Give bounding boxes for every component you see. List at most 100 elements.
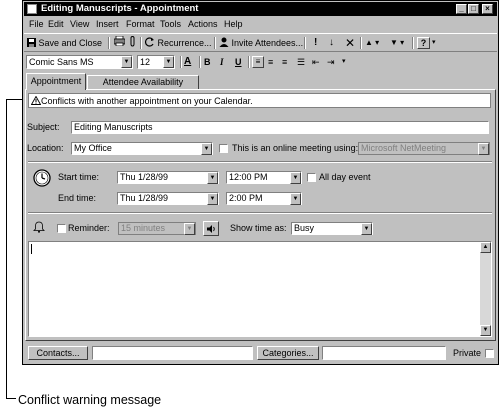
attach-file-button[interactable] xyxy=(128,35,137,50)
start-time-select[interactable]: 12:00 PM ▼ xyxy=(226,171,302,184)
italic-icon: I xyxy=(220,57,224,67)
notes-textarea[interactable]: ▲ ▼ xyxy=(28,241,492,337)
underline-button[interactable]: U xyxy=(235,55,242,69)
maximize-button[interactable]: □ xyxy=(468,4,479,14)
chevron-down-icon[interactable]: ▼ xyxy=(478,143,489,155)
invite-attendees-button[interactable]: Invite Attendees... xyxy=(219,36,303,50)
categories-button[interactable]: Categories... xyxy=(257,346,319,360)
align-right-icon: ≡ xyxy=(282,57,288,67)
online-meeting-value: Microsoft NetMeeting xyxy=(361,143,447,153)
tab-attendee-availability[interactable]: Attendee Availability xyxy=(87,75,199,89)
delete-x-icon: ✕ xyxy=(345,36,356,50)
chevron-down-icon[interactable]: ▼ xyxy=(201,143,212,155)
online-meeting-select[interactable]: Microsoft NetMeeting ▼ xyxy=(358,142,490,155)
save-and-close-label: Save and Close xyxy=(38,38,103,48)
menu-actions[interactable]: Actions xyxy=(188,18,218,31)
chevron-down-icon[interactable]: ▼ xyxy=(290,193,301,205)
font-color-icon: A xyxy=(184,56,192,67)
close-button[interactable]: × xyxy=(482,4,493,14)
menu-bar: File Edit View Insert Format Tools Actio… xyxy=(25,18,495,31)
callout-leader-top xyxy=(6,99,23,100)
end-date-select[interactable]: Thu 1/28/99 ▼ xyxy=(117,192,219,205)
tab-appointment[interactable]: Appointment xyxy=(26,73,86,90)
subject-label: Subject: xyxy=(27,122,60,132)
menu-insert[interactable]: Insert xyxy=(96,18,119,31)
contacts-input[interactable] xyxy=(92,346,253,360)
show-time-as-select[interactable]: Busy ▼ xyxy=(291,222,373,235)
menu-tools[interactable]: Tools xyxy=(160,18,181,31)
recurrence-label: Recurrence... xyxy=(157,38,212,48)
end-time-select[interactable]: 2:00 PM ▼ xyxy=(226,192,302,205)
decrease-indent-button[interactable]: ⇤ xyxy=(312,55,320,69)
private-checkbox[interactable] xyxy=(485,349,494,358)
chevron-down-icon[interactable]: ▼ xyxy=(361,223,372,235)
show-time-as-label: Show time as: xyxy=(230,223,287,233)
chevron-down-icon[interactable]: ▼ xyxy=(207,172,218,184)
scroll-up-button[interactable]: ▲ xyxy=(480,242,491,253)
bold-button[interactable]: B xyxy=(204,55,211,69)
speaker-icon xyxy=(207,225,215,233)
subject-input[interactable]: Editing Manuscripts xyxy=(71,121,489,134)
chevron-down-icon[interactable]: ▼ xyxy=(121,56,132,68)
conflict-message: Conflicts with another appointment on yo… xyxy=(41,96,253,106)
increase-indent-icon: ⇥ xyxy=(327,57,335,67)
delete-button[interactable]: ✕ xyxy=(345,36,355,50)
menu-edit[interactable]: Edit xyxy=(48,18,64,31)
align-left-button[interactable]: ≡ xyxy=(252,56,264,68)
menu-file[interactable]: File xyxy=(29,18,44,31)
start-date-select[interactable]: Thu 1/28/99 ▼ xyxy=(117,171,219,184)
next-item-button[interactable]: ▼ ▾ xyxy=(390,36,404,50)
save-and-close-button[interactable]: Save and Close xyxy=(27,36,102,50)
importance-high-button[interactable]: ! xyxy=(314,36,317,50)
invite-attendees-label: Invite Attendees... xyxy=(231,38,304,48)
reminder-checkbox[interactable] xyxy=(57,224,66,233)
appointment-panel: Conflicts with another appointment on yo… xyxy=(25,89,496,341)
minimize-button[interactable]: _ xyxy=(456,4,467,14)
start-date-value: Thu 1/28/99 xyxy=(120,172,169,182)
end-time-value: 2:00 PM xyxy=(229,193,263,203)
chevron-down-icon: ▾ xyxy=(342,58,346,65)
font-size-select[interactable]: 12 ▼ xyxy=(137,55,175,69)
previous-item-button[interactable]: ▲ ▾ xyxy=(365,36,379,50)
notes-scrollbar[interactable]: ▲ ▼ xyxy=(480,242,491,336)
menu-format[interactable]: Format xyxy=(126,18,155,31)
online-meeting-checkbox[interactable] xyxy=(219,144,228,153)
menu-help[interactable]: Help xyxy=(224,18,243,31)
appointment-icon xyxy=(27,4,37,14)
importance-low-button[interactable]: ↓ xyxy=(329,36,334,50)
location-input[interactable]: My Office ▼ xyxy=(71,142,213,155)
format-options-button[interactable]: ▾ xyxy=(342,55,346,69)
start-time-label: Start time: xyxy=(58,172,100,182)
categories-input[interactable] xyxy=(322,346,446,360)
align-center-button[interactable]: ≡ xyxy=(268,55,273,69)
chevron-down-icon[interactable]: ▼ xyxy=(184,223,195,235)
help-button[interactable]: ? xyxy=(417,37,430,49)
title-bar[interactable]: Editing Manuscripts - Appointment _ □ × xyxy=(24,2,497,16)
scroll-down-button[interactable]: ▼ xyxy=(480,325,491,336)
text-cursor xyxy=(31,244,32,254)
bullets-button[interactable]: ☰ xyxy=(297,55,305,69)
reminder-value: 15 minutes xyxy=(121,223,166,233)
menu-view[interactable]: View xyxy=(70,18,89,31)
all-day-event-checkbox[interactable] xyxy=(307,173,316,182)
align-center-icon: ≡ xyxy=(268,57,274,67)
appointment-window: Editing Manuscripts - Appointment _ □ × … xyxy=(22,0,499,365)
location-value: My Office xyxy=(74,143,112,153)
recurrence-button[interactable]: Recurrence... xyxy=(145,36,212,50)
increase-indent-button[interactable]: ⇥ xyxy=(327,55,335,69)
reminder-bell-icon xyxy=(33,221,45,233)
reminder-select[interactable]: 15 minutes ▼ xyxy=(118,222,196,235)
contacts-button[interactable]: Contacts... xyxy=(28,346,88,360)
chevron-down-icon[interactable]: ▼ xyxy=(163,56,174,68)
chevron-down-icon[interactable]: ▼ xyxy=(207,193,218,205)
down-arrow-icon: ↓ xyxy=(329,37,334,48)
reminder-sound-button[interactable] xyxy=(203,221,219,236)
toolbar-options-button[interactable]: ▾ xyxy=(432,36,436,50)
align-right-button[interactable]: ≡ xyxy=(282,55,287,69)
italic-button[interactable]: I xyxy=(220,55,224,69)
print-button[interactable] xyxy=(113,35,126,50)
chevron-down-icon[interactable]: ▼ xyxy=(290,172,301,184)
font-name-select[interactable]: Comic Sans MS ▼ xyxy=(26,55,133,69)
font-color-button[interactable]: A xyxy=(184,55,191,69)
reminder-label: Reminder: xyxy=(68,223,110,233)
